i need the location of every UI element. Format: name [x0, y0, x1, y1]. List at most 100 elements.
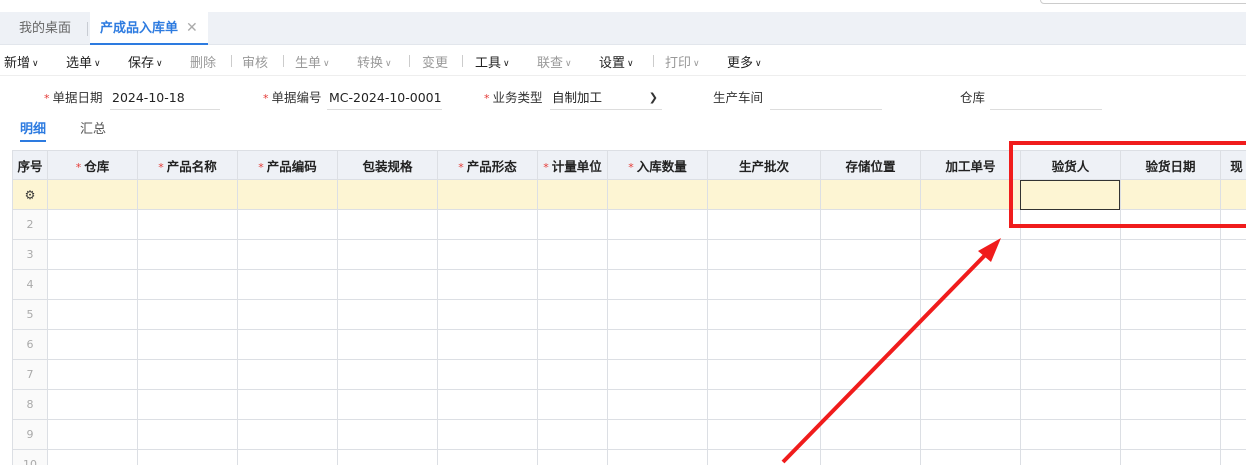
- table-row[interactable]: 10: [12, 449, 1246, 465]
- grid-cell[interactable]: [47, 329, 138, 360]
- grid-cell[interactable]: [1020, 359, 1121, 390]
- grid-column-header[interactable]: 包装规格: [337, 150, 438, 180]
- grid-cell[interactable]: [137, 449, 238, 465]
- grid-cell[interactable]: [1120, 269, 1221, 300]
- grid-cell[interactable]: [1020, 329, 1121, 360]
- biz-type-select[interactable]: 自制加工 ❯: [550, 86, 662, 110]
- grid-cell[interactable]: [920, 299, 1021, 330]
- grid-column-header[interactable]: * 产品名称: [137, 150, 238, 180]
- grid-cell[interactable]: [607, 449, 708, 465]
- grid-cell[interactable]: [137, 419, 238, 450]
- grid-cell[interactable]: [337, 269, 438, 300]
- grid-cell[interactable]: [47, 239, 138, 270]
- grid-cell[interactable]: [920, 329, 1021, 360]
- grid-cell[interactable]: [137, 239, 238, 270]
- grid-cell[interactable]: [437, 449, 538, 465]
- grid-cell[interactable]: [137, 209, 238, 240]
- doc-no-field[interactable]: MC-2024-10-0001: [327, 86, 442, 110]
- grid-cell[interactable]: [1220, 239, 1246, 270]
- grid-cell[interactable]: [337, 449, 438, 465]
- grid-cell[interactable]: [920, 389, 1021, 420]
- grid-cell[interactable]: [607, 209, 708, 240]
- grid-cell[interactable]: [920, 419, 1021, 450]
- grid-cell[interactable]: [47, 359, 138, 390]
- grid-cell[interactable]: [820, 359, 921, 390]
- grid-cell[interactable]: [437, 419, 538, 450]
- grid-column-header[interactable]: * 计量单位: [537, 150, 608, 180]
- grid-cell[interactable]: [607, 329, 708, 360]
- table-row[interactable]: 7: [12, 359, 1246, 390]
- grid-column-header[interactable]: * 入库数量: [607, 150, 708, 180]
- grid-cell[interactable]: [1220, 329, 1246, 360]
- toolbar-button-1[interactable]: 选单 ∨: [66, 52, 101, 71]
- grid-cell[interactable]: [47, 299, 138, 330]
- doc-date-field[interactable]: 2024-10-18: [110, 86, 220, 110]
- toolbar-button-6[interactable]: 转换 ∨: [357, 52, 392, 71]
- toolbar-button-12[interactable]: 更多 ∨: [727, 52, 762, 71]
- settings-icon[interactable]: ⚙: [23, 188, 37, 202]
- grid-cell[interactable]: [820, 239, 921, 270]
- grid-cell[interactable]: [537, 179, 608, 210]
- grid-cell[interactable]: [437, 389, 538, 420]
- tab-home[interactable]: 我的桌面: [19, 12, 71, 45]
- grid-cell[interactable]: [1020, 239, 1121, 270]
- grid-cell[interactable]: [437, 239, 538, 270]
- toolbar-button-0[interactable]: 新增 ∨: [4, 52, 39, 71]
- table-row[interactable]: 6: [12, 329, 1246, 360]
- grid-cell[interactable]: [437, 299, 538, 330]
- grid-cell[interactable]: [1220, 359, 1246, 390]
- grid-cell[interactable]: [537, 449, 608, 465]
- grid-cell[interactable]: [337, 299, 438, 330]
- grid-cell[interactable]: [337, 389, 438, 420]
- grid-cell[interactable]: [820, 389, 921, 420]
- grid-cell[interactable]: [1120, 359, 1221, 390]
- grid-cell[interactable]: [1120, 299, 1221, 330]
- grid-cell[interactable]: [137, 299, 238, 330]
- table-row[interactable]: 8: [12, 389, 1246, 420]
- grid-cell[interactable]: [820, 269, 921, 300]
- toolbar-button-9[interactable]: 联查 ∨: [537, 52, 572, 71]
- grid-column-header[interactable]: 存储位置: [820, 150, 921, 180]
- grid-cell[interactable]: [137, 179, 238, 210]
- table-row[interactable]: 5: [12, 299, 1246, 330]
- toolbar-button-10[interactable]: 设置 ∨: [599, 52, 634, 71]
- grid-cell[interactable]: [337, 329, 438, 360]
- warehouse-field[interactable]: [990, 86, 1102, 110]
- grid-cell[interactable]: [237, 209, 338, 240]
- grid-cell[interactable]: [47, 179, 138, 210]
- grid-cell[interactable]: [437, 269, 538, 300]
- grid-cell[interactable]: [1220, 449, 1246, 465]
- grid-cell[interactable]: [537, 209, 608, 240]
- grid-cell[interactable]: [537, 389, 608, 420]
- grid-cell[interactable]: [920, 239, 1021, 270]
- grid-column-header[interactable]: * 仓库: [47, 150, 138, 180]
- grid-cell[interactable]: [137, 329, 238, 360]
- grid-cell[interactable]: [607, 179, 708, 210]
- grid-cell[interactable]: [707, 389, 821, 420]
- grid-cell[interactable]: [707, 239, 821, 270]
- grid-cell[interactable]: [820, 209, 921, 240]
- grid-cell[interactable]: [47, 209, 138, 240]
- grid-cell[interactable]: [920, 269, 1021, 300]
- grid-cell[interactable]: [920, 359, 1021, 390]
- grid-cell[interactable]: [1020, 389, 1121, 420]
- grid-cell[interactable]: [47, 269, 138, 300]
- grid-cell[interactable]: [607, 299, 708, 330]
- grid-column-header[interactable]: * 产品编码: [237, 150, 338, 180]
- close-icon[interactable]: ✕: [186, 20, 198, 36]
- grid-cell[interactable]: [820, 299, 921, 330]
- grid-cell[interactable]: [707, 299, 821, 330]
- grid-cell[interactable]: [820, 449, 921, 465]
- grid-cell[interactable]: [137, 359, 238, 390]
- grid-cell[interactable]: [337, 179, 438, 210]
- grid-cell[interactable]: [237, 299, 338, 330]
- grid-cell[interactable]: [137, 269, 238, 300]
- table-row[interactable]: 3: [12, 239, 1246, 270]
- grid-cell[interactable]: [537, 419, 608, 450]
- grid-cell[interactable]: [707, 269, 821, 300]
- grid-cell[interactable]: [337, 359, 438, 390]
- grid-cell[interactable]: [1220, 419, 1246, 450]
- grid-cell[interactable]: [237, 389, 338, 420]
- grid-cell[interactable]: [237, 269, 338, 300]
- grid-cell[interactable]: [337, 239, 438, 270]
